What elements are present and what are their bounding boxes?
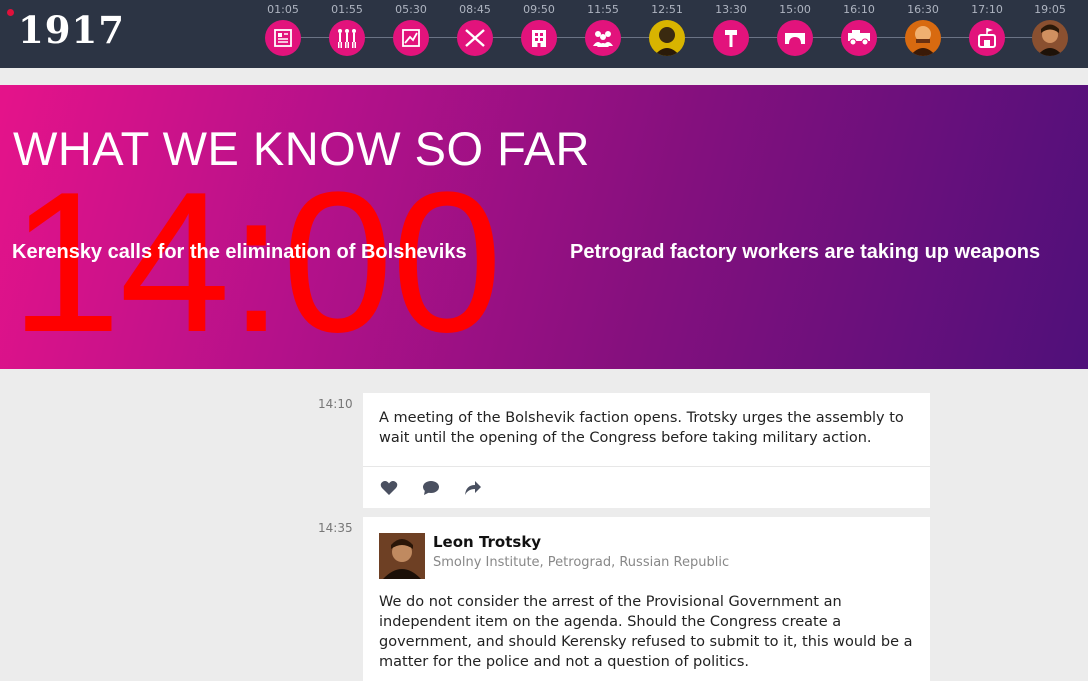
newspaper-icon <box>265 20 301 56</box>
entry-time: 14:35 <box>318 521 353 535</box>
headline-link[interactable]: Kerensky calls for the elimination of Bo… <box>12 239 467 265</box>
timeline-time: 17:10 <box>971 3 1003 16</box>
timeline-time: 01:05 <box>267 3 299 16</box>
share-icon[interactable] <box>463 478 483 498</box>
timeline-item[interactable]: 08:45 <box>447 0 503 68</box>
top-bar: 1917 01:05 01:55 05:30 08:45 09:50 11:55 <box>0 0 1088 68</box>
timeline-time: 15:00 <box>779 3 811 16</box>
timeline-time: 01:55 <box>331 3 363 16</box>
building-icon <box>521 20 557 56</box>
timeline-time: 16:10 <box>843 3 875 16</box>
comment-icon[interactable] <box>421 478 441 498</box>
summary-banner: WHAT WE KNOW SO FAR 14:00 Kerensky calls… <box>0 85 1088 369</box>
timeline-item[interactable]: 16:30 <box>895 0 951 68</box>
timeline-time: 12:51 <box>651 3 683 16</box>
map-icon <box>393 20 429 56</box>
timeline-item[interactable]: 19:05 <box>1022 0 1078 68</box>
portrait-icon <box>1032 20 1068 56</box>
timeline-item[interactable]: 17:10 <box>959 0 1015 68</box>
author-location: Smolny Institute, Petrograd, Russian Rep… <box>433 555 730 570</box>
portrait-icon <box>649 20 685 56</box>
timeline-item[interactable]: 15:00 <box>767 0 823 68</box>
timeline-time: 08:45 <box>459 3 491 16</box>
crowd-icon <box>585 20 621 56</box>
crossed-rifles-icon <box>457 20 493 56</box>
castle-flag-icon <box>969 20 1005 56</box>
card-actions <box>363 466 930 508</box>
author-avatar[interactable] <box>379 533 425 579</box>
timeline-time: 16:30 <box>907 3 939 16</box>
card-text: We do not consider the arrest of the Pro… <box>379 594 913 670</box>
timeline-item[interactable]: 12:51 <box>639 0 695 68</box>
timeline-item[interactable]: 05:30 <box>383 0 439 68</box>
heart-icon[interactable] <box>379 478 399 498</box>
site-logo[interactable]: 1917 <box>18 6 125 54</box>
soldiers-icon <box>329 20 365 56</box>
timeline-item[interactable]: 01:55 <box>319 0 375 68</box>
headline-link[interactable]: Petrograd factory workers are taking up … <box>570 239 1040 265</box>
feed-card: A meeting of the Bolshevik faction opens… <box>363 393 930 508</box>
timeline-item[interactable]: 01:05 <box>255 0 311 68</box>
timeline-item[interactable]: 16:10 <box>831 0 887 68</box>
timeline-time: 13:30 <box>715 3 747 16</box>
hammer-icon <box>713 20 749 56</box>
timeline-time: 11:55 <box>587 3 619 16</box>
card-text: A meeting of the Bolshevik faction opens… <box>379 410 904 446</box>
timeline-time: 09:50 <box>523 3 555 16</box>
author-name[interactable]: Leon Trotsky <box>433 533 541 551</box>
armored-car-icon <box>841 20 877 56</box>
bridge-icon <box>777 20 813 56</box>
timeline-time: 19:05 <box>1034 3 1066 16</box>
entry-time: 14:10 <box>318 397 353 411</box>
live-dot-icon <box>7 9 14 16</box>
timeline-item[interactable]: 11:55 <box>575 0 631 68</box>
timeline-item[interactable]: 09:50 <box>511 0 567 68</box>
portrait-icon <box>905 20 941 56</box>
timeline-item[interactable]: 13:30 <box>703 0 759 68</box>
timeline-time: 05:30 <box>395 3 427 16</box>
feed-card: Leon Trotsky Smolny Institute, Petrograd… <box>363 517 930 681</box>
